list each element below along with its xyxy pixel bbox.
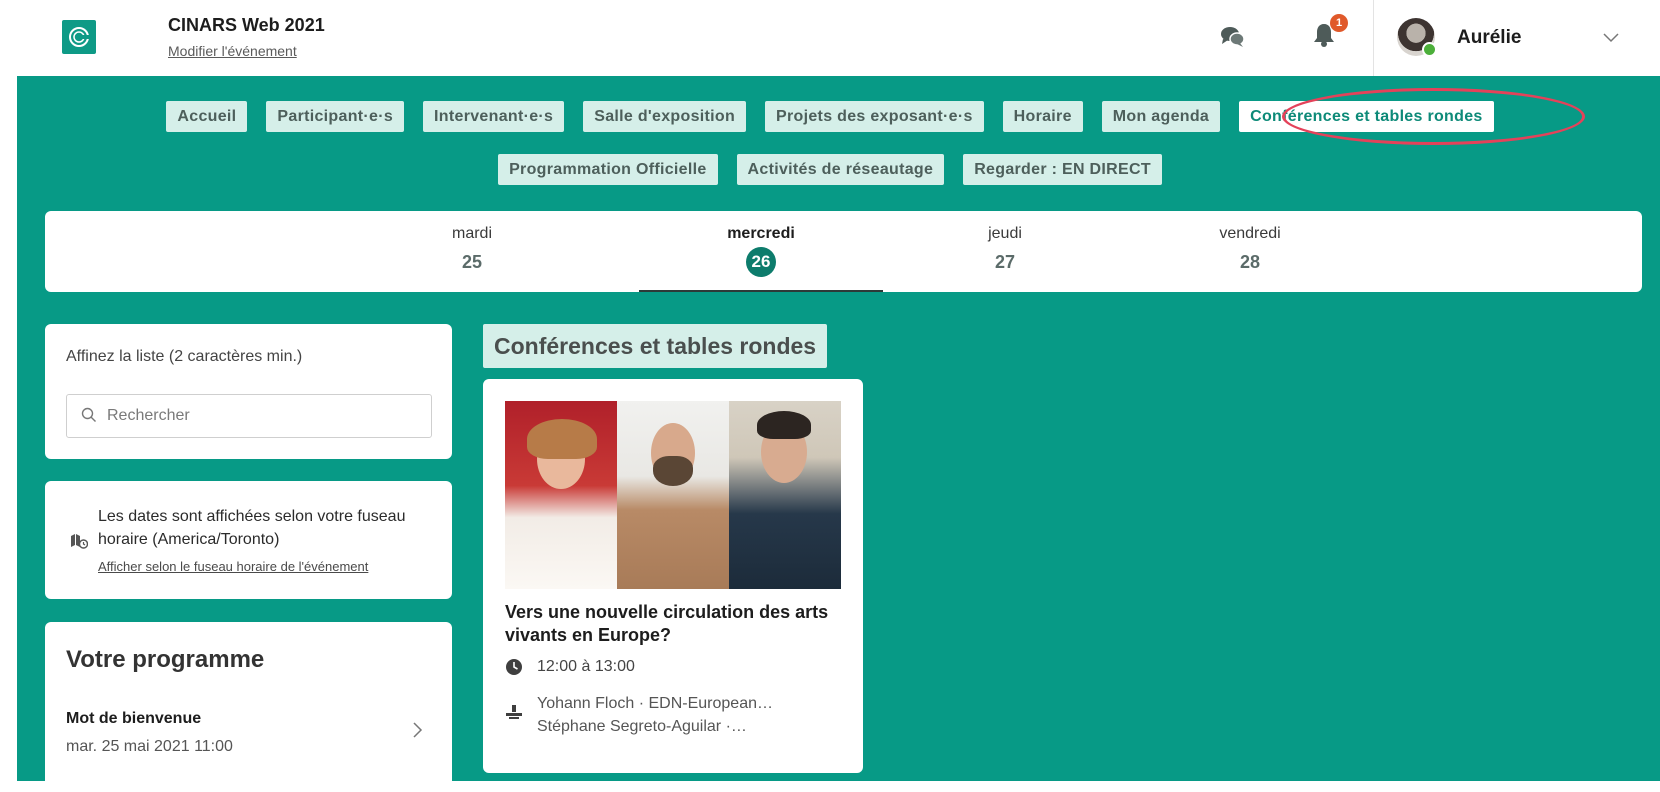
logo-icon[interactable] bbox=[62, 20, 96, 54]
notification-badge: 1 bbox=[1330, 14, 1348, 32]
nav-programmation-officielle[interactable]: Programmation Officielle bbox=[498, 154, 718, 185]
search-icon bbox=[81, 407, 97, 428]
search-input[interactable] bbox=[107, 395, 417, 437]
edit-event-link[interactable]: Modifier l'événement bbox=[168, 43, 297, 59]
day-number: 27 bbox=[994, 252, 1016, 272]
day-tab-mardi[interactable]: mardi 25 bbox=[412, 225, 532, 273]
chat-icon[interactable] bbox=[1220, 25, 1246, 54]
day-number: 25 bbox=[461, 252, 483, 272]
day-selector: mardi 25 mercredi 26 jeudi 27 vendredi 2… bbox=[45, 211, 1642, 292]
day-name: mercredi bbox=[727, 225, 795, 242]
programme-item-date: mar. 25 mai 2021 11:00 bbox=[66, 738, 233, 755]
day-number: 26 bbox=[746, 247, 776, 277]
online-status-icon bbox=[1422, 42, 1437, 57]
programme-title: Votre programme bbox=[66, 646, 265, 673]
day-tab-jeudi[interactable]: jeudi 27 bbox=[945, 225, 1065, 273]
session-card[interactable]: Vers une nouvelle circulation des arts v… bbox=[483, 379, 863, 773]
header-divider bbox=[1373, 0, 1374, 76]
speaker-line: Stéphane Segreto-Aguilar ·… bbox=[537, 718, 747, 735]
session-time: 12:00 à 13:00 bbox=[537, 658, 635, 675]
day-tab-vendredi[interactable]: vendredi 28 bbox=[1190, 225, 1310, 273]
timezone-card: Les dates sont affichées selon votre fus… bbox=[45, 481, 452, 599]
nav-salle-exposition[interactable]: Salle d'exposition bbox=[583, 101, 747, 132]
section-title: Conférences et tables rondes bbox=[483, 324, 828, 368]
day-name: jeudi bbox=[988, 225, 1022, 242]
nav-regarder-direct[interactable]: Regarder : EN DIRECT bbox=[963, 154, 1162, 185]
programme-item-title[interactable]: Mot de bienvenue bbox=[66, 710, 201, 728]
top-header: CINARS Web 2021 Modifier l'événement 1 A… bbox=[0, 0, 1660, 76]
session-speakers: Yohann Floch · EDN-European… Stéphane Se… bbox=[537, 692, 837, 738]
filter-label: Affinez la liste (2 caractères min.) bbox=[66, 348, 303, 365]
nav-projets-exposants[interactable]: Projets des exposant·e·s bbox=[765, 101, 984, 132]
chevron-right-icon[interactable] bbox=[413, 722, 423, 743]
main-nav-row-2: Programmation Officielle Activités de ré… bbox=[0, 154, 1660, 185]
nav-conferences[interactable]: Conférences et tables rondes bbox=[1239, 101, 1494, 132]
nav-horaire[interactable]: Horaire bbox=[1002, 101, 1083, 132]
nav-intervenants[interactable]: Intervenant·e·s bbox=[423, 101, 565, 132]
event-title: CINARS Web 2021 bbox=[168, 15, 325, 35]
timezone-map-icon bbox=[70, 533, 89, 554]
day-number: 28 bbox=[1239, 252, 1261, 272]
selected-day-indicator bbox=[639, 290, 883, 292]
main-nav-row-1: Accueil Participant·e·s Intervenant·e·s … bbox=[0, 101, 1660, 132]
nav-mon-agenda[interactable]: Mon agenda bbox=[1101, 101, 1221, 132]
speaker-line: Yohann Floch · EDN-European… bbox=[537, 695, 773, 712]
nav-activites-reseautage[interactable]: Activités de réseautage bbox=[736, 154, 945, 185]
speaker-podium-icon bbox=[505, 704, 523, 725]
filter-card: Affinez la liste (2 caractères min.) bbox=[45, 324, 452, 459]
programme-card: Votre programme Mot de bienvenue mar. 25… bbox=[45, 622, 452, 792]
event-timezone-link[interactable]: Afficher selon le fuseau horaire de l'év… bbox=[98, 559, 368, 574]
timezone-text: Les dates sont affichées selon votre fus… bbox=[98, 508, 406, 548]
speakers-photo bbox=[505, 401, 841, 589]
clock-icon bbox=[505, 658, 523, 681]
chevron-down-icon[interactable] bbox=[1603, 30, 1619, 48]
nav-accueil[interactable]: Accueil bbox=[166, 101, 248, 132]
day-tab-mercredi[interactable]: mercredi 26 bbox=[701, 225, 821, 277]
day-name: mardi bbox=[451, 225, 492, 242]
session-title[interactable]: Vers une nouvelle circulation des arts v… bbox=[505, 601, 835, 647]
user-name[interactable]: Aurélie bbox=[1457, 27, 1521, 49]
search-box[interactable] bbox=[66, 394, 432, 438]
nav-participants[interactable]: Participant·e·s bbox=[266, 101, 405, 132]
day-name: vendredi bbox=[1219, 225, 1281, 242]
